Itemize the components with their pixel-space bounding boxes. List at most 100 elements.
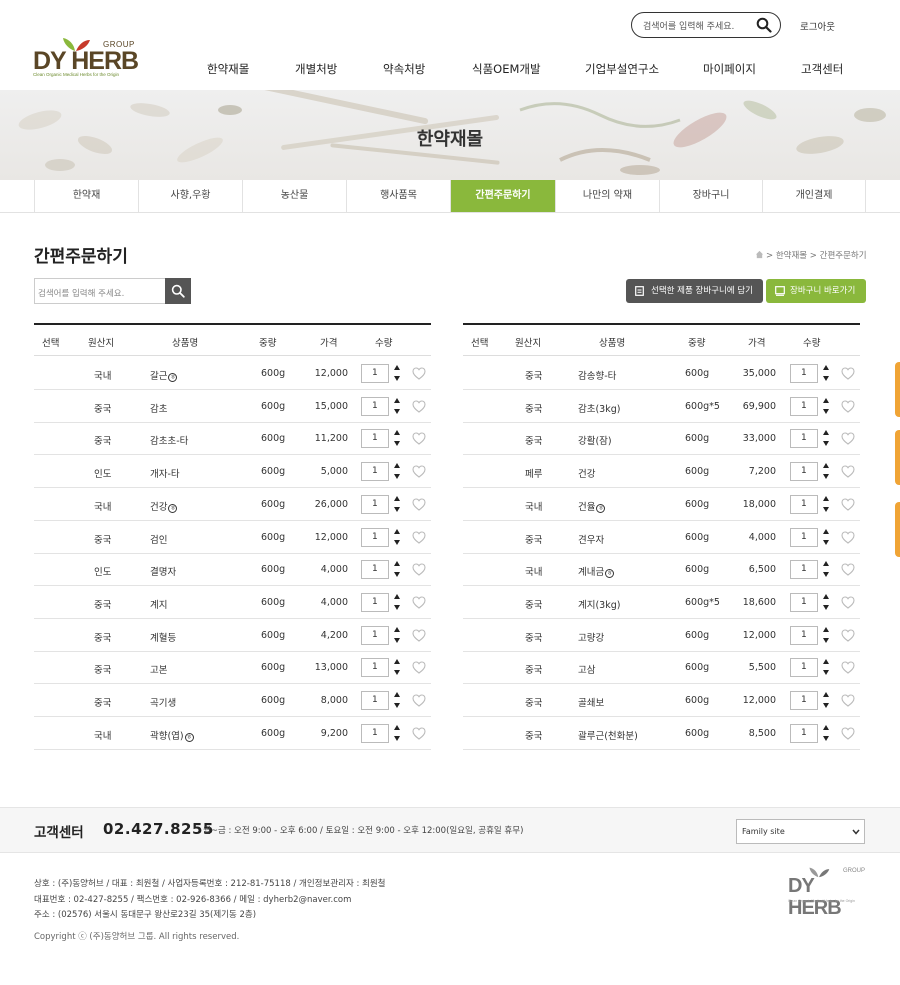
product-search-input[interactable]: 검색어를 입력해 주세요. <box>34 278 165 304</box>
cell-product-name[interactable]: 괄루근(천화분) <box>578 728 638 742</box>
cell-product-name[interactable]: 강활(잠) <box>578 433 612 447</box>
heart-icon[interactable] <box>841 400 855 413</box>
quantity-input[interactable]: 1 <box>790 625 818 645</box>
tab-my-herbs[interactable]: 나만의 약재 <box>555 180 659 212</box>
go-to-cart-button[interactable]: 장바구니 바로가기 <box>766 279 866 303</box>
nav-item-food-oem[interactable]: 식품OEM개발 <box>472 61 541 77</box>
quantity-stepper[interactable] <box>822 723 830 743</box>
quantity-input[interactable]: 1 <box>361 625 389 645</box>
heart-icon[interactable] <box>841 530 855 544</box>
heart-icon[interactable] <box>412 498 426 511</box>
cell-product-name[interactable]: 개자-타 <box>150 466 180 480</box>
quantity-stepper[interactable] <box>822 559 830 579</box>
heart-icon[interactable] <box>841 432 855 446</box>
cell-product-name[interactable]: 건강 <box>578 466 595 480</box>
cell-product-name[interactable]: 고량강 <box>578 630 604 644</box>
quantity-input[interactable]: 1 <box>361 396 389 416</box>
cell-product-name[interactable]: 고본 <box>150 662 167 676</box>
quantity-input[interactable]: 1 <box>790 723 818 743</box>
quantity-stepper[interactable] <box>393 494 401 514</box>
quantity-stepper[interactable] <box>393 625 401 645</box>
quantity-stepper[interactable] <box>393 690 401 710</box>
tab-musk-bezoar[interactable]: 사향,우황 <box>138 180 242 212</box>
heart-icon[interactable] <box>841 661 855 674</box>
quantity-stepper[interactable] <box>393 461 401 481</box>
cell-product-name[interactable]: 감초초-타 <box>150 433 188 447</box>
cell-product-name[interactable]: 곽향(엽) ㅎ <box>150 728 194 742</box>
tab-agricultural[interactable]: 농산물 <box>242 180 346 212</box>
quantity-stepper[interactable] <box>393 363 401 383</box>
quantity-input[interactable]: 1 <box>361 658 389 678</box>
quantity-stepper[interactable] <box>393 657 401 677</box>
quantity-input[interactable]: 1 <box>361 462 389 482</box>
cell-product-name[interactable]: 고삼 <box>578 662 595 676</box>
cell-product-name[interactable]: 계지(3kg) <box>578 597 620 611</box>
quantity-stepper[interactable] <box>822 363 830 383</box>
heart-icon[interactable] <box>841 629 855 642</box>
cell-product-name[interactable]: 감송향-타 <box>578 368 616 382</box>
nav-item-mypage[interactable]: 마이페이지 <box>703 61 756 77</box>
heart-icon[interactable] <box>841 596 855 609</box>
quantity-stepper[interactable] <box>393 396 401 416</box>
heart-icon[interactable] <box>412 661 426 674</box>
quantity-input[interactable]: 1 <box>361 527 389 547</box>
logout-link[interactable]: 로그아웃 <box>800 19 835 33</box>
heart-icon[interactable] <box>841 694 855 707</box>
heart-icon[interactable] <box>841 465 855 478</box>
quantity-stepper[interactable] <box>393 592 401 612</box>
quantity-stepper[interactable] <box>822 461 830 481</box>
cell-product-name[interactable]: 감초 <box>150 401 167 415</box>
quantity-input[interactable]: 1 <box>790 364 818 383</box>
heart-icon[interactable] <box>412 367 426 380</box>
top-search-input[interactable]: 검색어를 입력해 주세요. <box>631 12 781 38</box>
nav-item-customer-center[interactable]: 고객센터 <box>801 61 843 77</box>
quantity-input[interactable]: 1 <box>361 723 389 743</box>
cell-product-name[interactable]: 계내금 ㅎ <box>578 564 615 579</box>
quantity-input[interactable]: 1 <box>361 560 389 580</box>
heart-icon[interactable] <box>412 465 426 478</box>
quantity-stepper[interactable] <box>822 428 830 448</box>
quantity-stepper[interactable] <box>822 494 830 514</box>
search-icon[interactable] <box>756 17 772 33</box>
quantity-stepper[interactable] <box>393 428 401 448</box>
nav-item-research-lab[interactable]: 기업부설연구소 <box>585 61 659 77</box>
heart-icon[interactable] <box>412 629 426 642</box>
quantity-input[interactable]: 1 <box>361 429 389 449</box>
quantity-input[interactable]: 1 <box>790 691 818 710</box>
logo[interactable]: DY HERB GROUP Clean Organic Medical Herb… <box>33 36 143 80</box>
heart-icon[interactable] <box>412 563 426 576</box>
quantity-input[interactable]: 1 <box>790 429 818 449</box>
family-site-select[interactable]: Family site <box>736 819 865 844</box>
quantity-input[interactable]: 1 <box>790 658 818 678</box>
quantity-input[interactable]: 1 <box>790 494 818 514</box>
cell-product-name[interactable]: 계혈등 <box>150 630 176 644</box>
product-search-button[interactable] <box>165 278 191 304</box>
cell-product-name[interactable]: 검인 <box>150 532 167 546</box>
quantity-stepper[interactable] <box>393 723 401 743</box>
heart-icon[interactable] <box>841 727 855 740</box>
tab-quick-order[interactable]: 간편주문하기 <box>450 180 555 212</box>
nav-item-individual-rx[interactable]: 개별처방 <box>295 61 337 77</box>
quantity-input[interactable]: 1 <box>790 462 818 482</box>
quantity-input[interactable]: 1 <box>361 592 389 612</box>
heart-icon[interactable] <box>412 694 426 707</box>
heart-icon[interactable] <box>412 727 426 740</box>
heart-icon[interactable] <box>841 367 855 380</box>
nav-item-herb-mall[interactable]: 한약재몰 <box>207 61 249 77</box>
quantity-stepper[interactable] <box>822 592 830 612</box>
quantity-stepper[interactable] <box>822 657 830 677</box>
nav-item-promise-rx[interactable]: 약속처방 <box>383 61 425 77</box>
side-quick-tab-2[interactable] <box>895 430 900 485</box>
cell-product-name[interactable]: 건율 ㅎ <box>578 499 606 513</box>
cell-product-name[interactable]: 견우자 <box>578 532 604 546</box>
tab-personal-payment[interactable]: 개인결제 <box>762 180 866 212</box>
cell-product-name[interactable]: 골쇄보 <box>578 695 604 709</box>
heart-icon[interactable] <box>841 563 855 576</box>
heart-icon[interactable] <box>412 596 426 609</box>
cell-product-name[interactable]: 곡기생 <box>150 695 176 709</box>
tab-event-items[interactable]: 행사품목 <box>346 180 450 212</box>
heart-icon[interactable] <box>412 530 426 544</box>
quantity-input[interactable]: 1 <box>361 691 389 710</box>
cell-product-name[interactable]: 계지 <box>150 597 167 611</box>
quantity-input[interactable]: 1 <box>790 396 818 416</box>
